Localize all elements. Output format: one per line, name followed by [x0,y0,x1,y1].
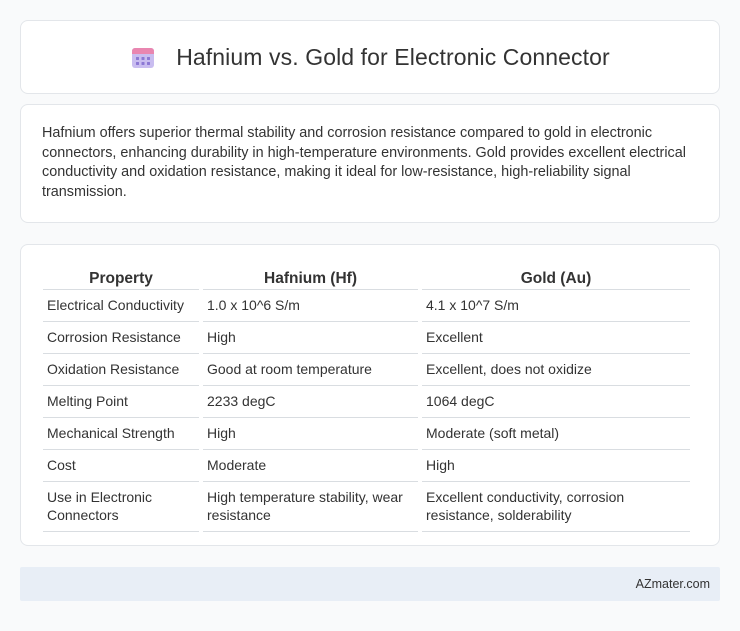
cell-property: Cost [43,450,199,482]
header-property: Property [43,265,199,290]
cell-hafnium: 1.0 x 10^6 S/m [203,290,418,322]
cell-hafnium: High temperature stability, wear resista… [203,482,418,532]
description-card: Hafnium offers superior thermal stabilit… [20,104,720,223]
table-row: Electrical Conductivity 1.0 x 10^6 S/m 4… [43,290,690,322]
cell-property: Mechanical Strength [43,418,199,450]
page-title: Hafnium vs. Gold for Electronic Connecto… [176,43,610,70]
table-header-row: Property Hafnium (Hf) Gold (Au) [43,265,690,290]
cell-property: Use in Electronic Connectors [43,482,199,532]
cell-hafnium: High [203,418,418,450]
table-row: Corrosion Resistance High Excellent [43,322,690,354]
footer-site-name: AZmater.com [635,577,710,591]
cell-property: Melting Point [43,386,199,418]
footer-bar: AZmater.com [20,567,720,601]
cell-gold: 1064 degC [422,386,690,418]
cell-gold: High [422,450,690,482]
title-wrap: Hafnium vs. Gold for Electronic Connecto… [130,44,610,71]
calendar-icon [132,48,155,68]
cell-hafnium: 2233 degC [203,386,418,418]
comparison-table: Property Hafnium (Hf) Gold (Au) Electric… [39,265,694,532]
table-row: Melting Point 2233 degC 1064 degC [43,386,690,418]
table-row: Use in Electronic Connectors High temper… [43,482,690,532]
cell-property: Oxidation Resistance [43,354,199,386]
header-hafnium: Hafnium (Hf) [203,265,418,290]
cell-gold: Excellent [422,322,690,354]
cell-hafnium: Moderate [203,450,418,482]
cell-hafnium: High [203,322,418,354]
cell-property: Corrosion Resistance [43,322,199,354]
table-row: Cost Moderate High [43,450,690,482]
cell-hafnium: Good at room temperature [203,354,418,386]
comparison-table-card: Property Hafnium (Hf) Gold (Au) Electric… [20,244,720,546]
table-row: Oxidation Resistance Good at room temper… [43,354,690,386]
table-row: Mechanical Strength High Moderate (soft … [43,418,690,450]
description-text: Hafnium offers superior thermal stabilit… [42,125,686,200]
cell-gold: Excellent conductivity, corrosion resist… [422,482,690,532]
header-gold: Gold (Au) [422,265,690,290]
title-card: Hafnium vs. Gold for Electronic Connecto… [20,20,720,94]
cell-property: Electrical Conductivity [43,290,199,322]
cell-gold: Moderate (soft metal) [422,418,690,450]
cell-gold: Excellent, does not oxidize [422,354,690,386]
cell-gold: 4.1 x 10^7 S/m [422,290,690,322]
